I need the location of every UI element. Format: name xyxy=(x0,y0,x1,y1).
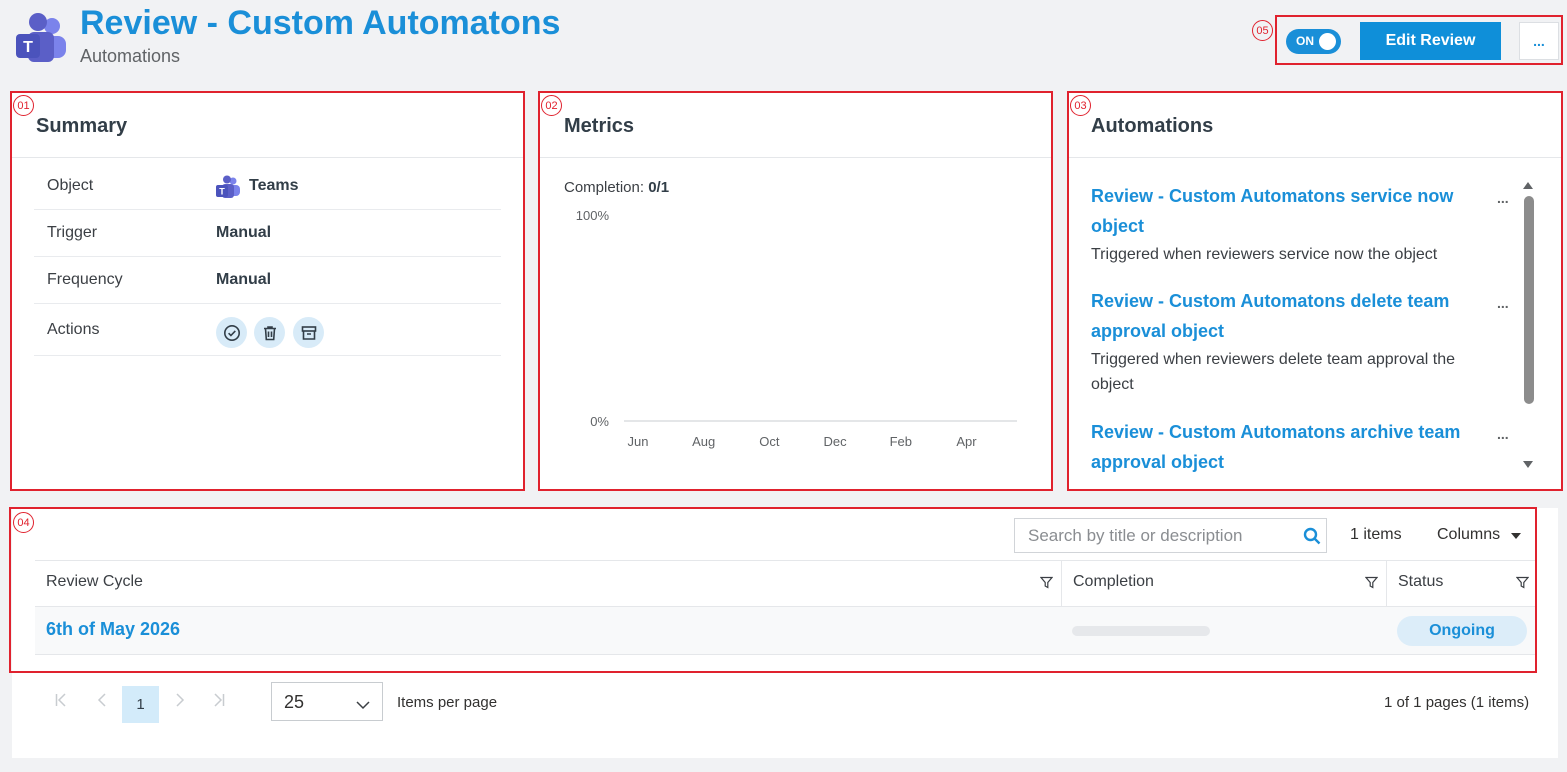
x-tick-label: Oct xyxy=(759,434,780,449)
completion-progress-bar xyxy=(1072,626,1210,636)
svg-text:T: T xyxy=(219,187,225,197)
scrollbar-thumb[interactable] xyxy=(1524,196,1534,404)
automations-title: Automations xyxy=(1091,115,1214,137)
automation-title-link[interactable]: Review - Custom Automatons service now o… xyxy=(1091,181,1486,241)
page-title: Review - Custom Automatons xyxy=(80,4,561,42)
x-tick-label: Jun xyxy=(628,434,649,449)
column-header-label: Review Cycle xyxy=(46,573,143,590)
columns-label: Columns xyxy=(1437,526,1501,544)
svg-text:T: T xyxy=(23,39,33,56)
annotation-badge: 01 xyxy=(13,95,34,116)
completion-chart: 0% 100% Jun Aug Oct Dec Feb Apr xyxy=(576,208,1017,449)
search-icon[interactable] xyxy=(1303,527,1321,550)
row-value: Manual xyxy=(216,271,272,288)
automation-menu-button[interactable]: ... xyxy=(1497,426,1509,442)
search-input[interactable] xyxy=(1015,519,1295,552)
summary-title: Summary xyxy=(36,115,128,137)
review-cycle-link[interactable]: 6th of May 2026 xyxy=(46,619,180,640)
summary-row-actions: Actions xyxy=(34,304,501,356)
automation-description: Triggered when reviewers delete team app… xyxy=(1091,351,1456,393)
enable-toggle[interactable]: ON xyxy=(1286,29,1341,54)
page-button-current[interactable]: 1 xyxy=(122,686,159,723)
scroll-up-arrow-icon[interactable] xyxy=(1522,177,1534,195)
summary-row-frequency: Frequency Manual xyxy=(34,257,501,304)
automations-card: Automations Review - Custom Automatons s… xyxy=(1069,93,1561,489)
divider xyxy=(540,157,1051,158)
prev-page-icon[interactable] xyxy=(97,693,107,712)
automation-title-link[interactable]: Review - Custom Automatons delete team a… xyxy=(1091,286,1486,346)
columns-dropdown[interactable]: Columns xyxy=(1437,526,1521,544)
column-header-label: Status xyxy=(1398,573,1444,590)
caret-down-icon xyxy=(1510,526,1521,544)
summary-row-trigger: Trigger Manual xyxy=(34,210,501,257)
archive-icon[interactable] xyxy=(293,317,324,348)
approve-icon[interactable] xyxy=(216,317,247,348)
automation-menu-button[interactable]: ... xyxy=(1497,190,1509,206)
row-label: Object xyxy=(47,177,94,194)
automation-item[interactable]: Review - Custom Automatons delete team a… xyxy=(1091,286,1486,397)
column-header-review-cycle[interactable]: Review Cycle xyxy=(35,561,1062,606)
summary-row-object: Object T Teams xyxy=(34,163,501,210)
page-subtitle: Automations xyxy=(80,46,181,66)
annotation-badge: 05 xyxy=(1252,20,1273,41)
annotation-badge: 04 xyxy=(13,512,34,533)
search-box[interactable] xyxy=(1014,518,1327,553)
automation-menu-button[interactable]: ... xyxy=(1497,295,1509,311)
automation-description: Triggered when reviewers service now the… xyxy=(1091,246,1438,263)
items-count: 1 items xyxy=(1350,526,1402,543)
items-per-page-label: Items per page xyxy=(397,694,498,711)
row-label: Frequency xyxy=(47,271,123,288)
divider xyxy=(1069,157,1561,158)
x-tick-label: Aug xyxy=(692,434,715,449)
x-tick-label: Dec xyxy=(824,434,848,449)
row-value: Teams xyxy=(249,177,299,194)
toggle-label: ON xyxy=(1296,34,1314,48)
filter-icon[interactable] xyxy=(1515,576,1530,594)
table-row[interactable]: 6th of May 2026 Ongoing xyxy=(35,607,1537,655)
pagination-info: 1 of 1 pages (1 items) xyxy=(1384,694,1530,711)
row-label: Actions xyxy=(47,321,100,338)
teams-icon: T xyxy=(216,175,240,204)
annotation-badge: 03 xyxy=(1070,95,1091,116)
toggle-knob xyxy=(1319,33,1336,50)
next-page-icon[interactable] xyxy=(175,693,185,712)
column-header-status[interactable]: Status xyxy=(1387,561,1537,606)
y-tick-label: 100% xyxy=(576,208,610,223)
delete-icon[interactable] xyxy=(254,317,285,348)
column-header-completion[interactable]: Completion xyxy=(1062,561,1387,606)
row-label: Trigger xyxy=(47,224,98,241)
annotation-badge: 02 xyxy=(541,95,562,116)
teams-app-icon: T xyxy=(14,12,68,66)
first-page-icon[interactable] xyxy=(55,693,67,712)
automation-item[interactable]: Review - Custom Automatons service now o… xyxy=(1091,181,1486,267)
status-badge: Ongoing xyxy=(1397,616,1527,646)
last-page-icon[interactable] xyxy=(213,693,225,712)
column-header-label: Completion xyxy=(1073,573,1154,590)
filter-icon[interactable] xyxy=(1039,576,1054,594)
row-value: Manual xyxy=(216,224,272,241)
more-options-button[interactable]: ... xyxy=(1519,22,1559,60)
page-size-value: 25 xyxy=(284,692,305,712)
metrics-title: Metrics xyxy=(564,115,635,137)
metrics-card: Metrics Completion: 0/1 0% 100% Jun Aug Oct D… xyxy=(540,93,1051,489)
scroll-down-arrow-icon[interactable] xyxy=(1522,456,1534,474)
x-tick-label: Feb xyxy=(890,434,912,449)
filter-icon[interactable] xyxy=(1364,576,1379,594)
divider xyxy=(12,157,523,158)
edit-review-button[interactable]: Edit Review xyxy=(1360,22,1501,60)
automation-title-link[interactable]: Review - Custom Automatons archive team … xyxy=(1091,417,1486,477)
y-tick-label: 0% xyxy=(590,414,609,429)
x-tick-label: Apr xyxy=(956,434,977,449)
chevron-down-icon xyxy=(356,694,370,715)
page-size-select[interactable]: 25 xyxy=(271,682,383,721)
automation-item[interactable]: Review - Custom Automatons archive team … xyxy=(1091,417,1486,477)
